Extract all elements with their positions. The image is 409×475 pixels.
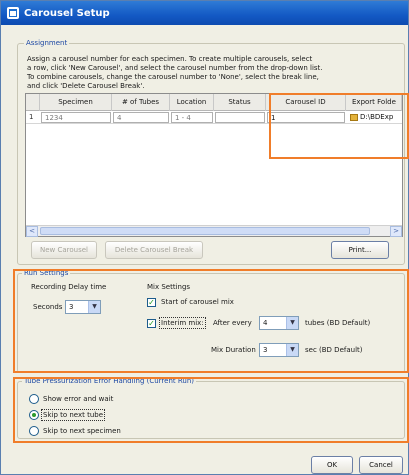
start-of-carousel-mix-label: Start of carousel mix xyxy=(161,298,234,306)
window-title: Carousel Setup xyxy=(24,7,110,19)
mix-duration-dropdown[interactable]: 3 ▼ xyxy=(259,343,299,357)
print-button[interactable]: Print... xyxy=(331,241,389,259)
export-folder-cell[interactable]: D:\BDExp xyxy=(347,111,402,124)
carousel-id-cell[interactable]: 1 xyxy=(267,112,345,123)
carousel-setup-window: Carousel Setup Assignment Assign a carou… xyxy=(0,0,409,475)
chevron-down-icon[interactable]: ▼ xyxy=(88,301,100,313)
column-header-carousel-id[interactable]: Carousel ID xyxy=(266,94,346,111)
interim-mix-checkbox[interactable]: ✓ xyxy=(147,319,156,328)
instruction-line: Assign a carousel number for each specim… xyxy=(27,55,313,63)
recording-delay-label: Recording Delay time xyxy=(31,283,107,291)
scroll-left-button[interactable]: < xyxy=(26,226,38,237)
assignment-group-title: Assignment xyxy=(24,39,70,47)
seconds-value: 3 xyxy=(69,303,74,311)
radio-show-error-and-wait[interactable] xyxy=(29,394,39,404)
interim-mix-label: Interim mix: xyxy=(159,317,206,329)
scrollbar-thumb[interactable] xyxy=(40,227,370,235)
start-of-carousel-mix-checkbox[interactable]: ✓ xyxy=(147,298,156,307)
mix-duration-value: 3 xyxy=(263,346,268,354)
radio-label-show-error: Show error and wait xyxy=(43,395,114,403)
scroll-right-button[interactable]: > xyxy=(390,226,402,237)
tubes-cell[interactable]: 4 xyxy=(113,112,169,123)
table-row[interactable]: 1 1234 4 1 - 4 1 D:\BDExp xyxy=(26,111,402,124)
mix-duration-label: Mix Duration xyxy=(211,346,256,354)
seconds-label: Seconds xyxy=(33,303,63,311)
sec-default-label: sec (BD Default) xyxy=(305,346,363,354)
radio-skip-to-next-tube[interactable] xyxy=(29,410,39,420)
export-folder-value: D:\BDExp xyxy=(360,113,394,121)
radio-skip-to-next-specimen[interactable] xyxy=(29,426,39,436)
specimen-cell[interactable]: 1234 xyxy=(41,112,111,123)
chevron-down-icon[interactable]: ▼ xyxy=(286,317,298,329)
after-every-dropdown[interactable]: 4 ▼ xyxy=(259,316,299,330)
instruction-line: and click 'Delete Carousel Break'. xyxy=(27,82,145,90)
chevron-down-icon[interactable]: ▼ xyxy=(286,344,298,356)
column-header-export-folder[interactable]: Export Folde xyxy=(346,94,402,111)
status-cell[interactable] xyxy=(215,112,265,123)
delete-carousel-break-button[interactable]: Delete Carousel Break xyxy=(105,241,203,259)
carousel-grid[interactable]: Specimen # of Tubes Location Status Caro… xyxy=(25,93,403,237)
tubes-default-label: tubes (BD Default) xyxy=(305,319,371,327)
instruction-line: a row, click 'New Carousel', and select … xyxy=(27,64,323,72)
column-header-row-number xyxy=(26,94,40,111)
column-header-location[interactable]: Location xyxy=(170,94,214,111)
seconds-dropdown[interactable]: 3 ▼ xyxy=(65,300,101,314)
pressurization-group-title: Tube Pressurization Error Handling (Curr… xyxy=(22,377,197,385)
horizontal-scrollbar[interactable]: < > xyxy=(26,225,402,237)
new-carousel-button[interactable]: New Carousel xyxy=(31,241,97,259)
folder-icon xyxy=(350,113,358,121)
instruction-line: To combine carousels, change the carouse… xyxy=(27,73,319,81)
grid-header: Specimen # of Tubes Location Status Caro… xyxy=(26,94,402,111)
row-number: 1 xyxy=(29,113,34,121)
title-bar[interactable]: Carousel Setup xyxy=(1,1,408,25)
run-settings-group-title: Run Settings xyxy=(22,269,71,277)
radio-label-skip-specimen: Skip to next specimen xyxy=(43,427,121,435)
column-header-tubes[interactable]: # of Tubes xyxy=(112,94,170,111)
after-every-value: 4 xyxy=(263,319,268,327)
radio-label-skip-tube: Skip to next tube xyxy=(40,409,106,421)
after-every-label: After every xyxy=(213,319,252,327)
location-cell[interactable]: 1 - 4 xyxy=(171,112,213,123)
cancel-button[interactable]: Cancel xyxy=(359,456,403,474)
assignment-instructions: Assign a carousel number for each specim… xyxy=(27,55,397,91)
mix-settings-label: Mix Settings xyxy=(147,283,191,291)
window-icon xyxy=(7,7,19,19)
column-header-status[interactable]: Status xyxy=(214,94,266,111)
column-header-specimen[interactable]: Specimen xyxy=(40,94,112,111)
ok-button[interactable]: OK xyxy=(311,456,353,474)
